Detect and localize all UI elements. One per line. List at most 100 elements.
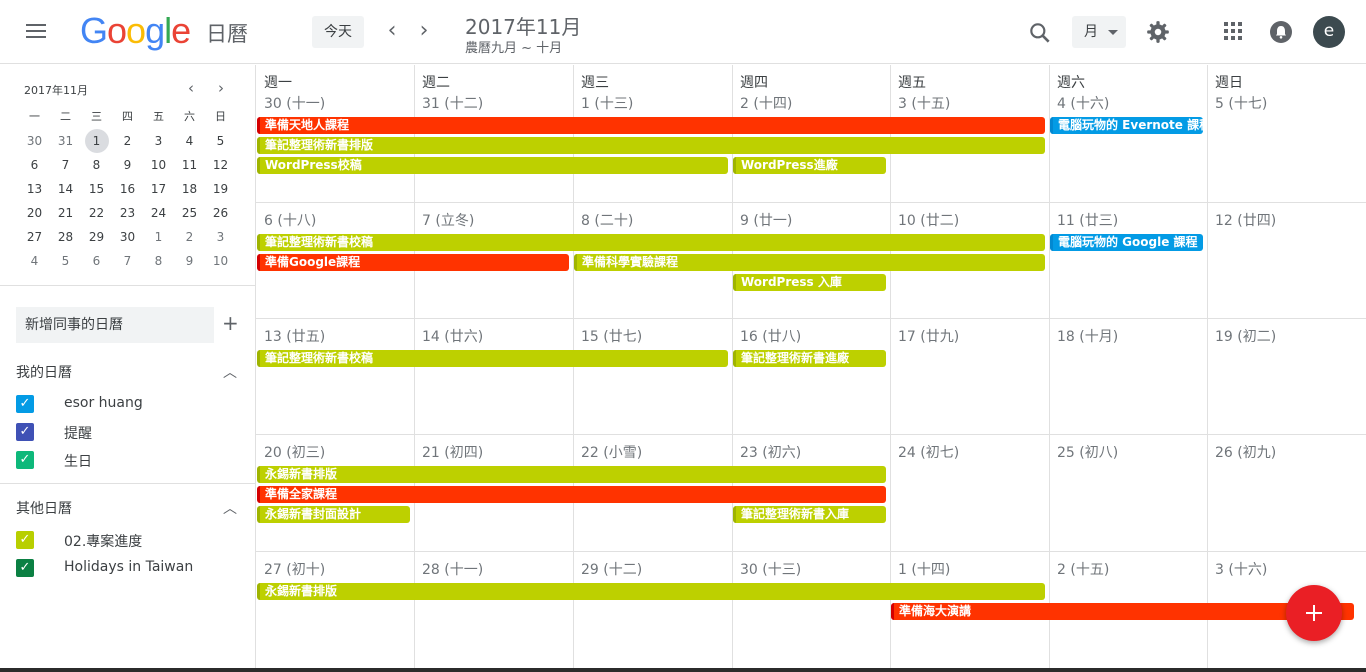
calendar-event[interactable]: 準備科學實驗課程 [574, 254, 1045, 271]
other-calendars-collapse-icon[interactable]: ︿ [223, 498, 237, 518]
apps-grid-icon[interactable] [1224, 22, 1244, 42]
calendar-event[interactable]: 準備天地人課程 [257, 117, 1045, 134]
next-month-button[interactable]: › [411, 18, 437, 46]
day-number[interactable]: 25 (初八) [1057, 442, 1118, 462]
mini-day[interactable]: 30 [112, 225, 143, 249]
mini-day[interactable]: 2 [112, 129, 143, 153]
mini-day[interactable]: 9 [174, 249, 205, 273]
day-number[interactable]: 24 (初七) [898, 442, 959, 462]
previous-month-button[interactable]: ‹ [379, 18, 405, 46]
day-number[interactable]: 17 (廿九) [898, 326, 959, 346]
mini-day[interactable]: 11 [174, 153, 205, 177]
mini-calendar-next-icon[interactable]: › [213, 79, 229, 97]
day-cell[interactable] [1207, 65, 1366, 202]
day-number[interactable]: 10 (廿二) [898, 210, 959, 230]
add-calendar-plus-icon[interactable]: + [222, 311, 239, 335]
calendar-event[interactable]: 筆記整理術新書排版 [257, 137, 1045, 154]
day-number[interactable]: 26 (初九) [1215, 442, 1276, 462]
day-number[interactable]: 14 (廿六) [422, 326, 483, 346]
my-calendars-title[interactable]: 我的日曆 [16, 362, 72, 382]
day-number[interactable]: 3 (十五) [898, 93, 950, 113]
mini-day[interactable]: 16 [112, 177, 143, 201]
mini-day[interactable]: 13 [19, 177, 50, 201]
calendar-event[interactable]: 電腦玩物的 Evernote 課程 [1050, 117, 1203, 134]
day-number[interactable]: 23 (初六) [740, 442, 801, 462]
day-number[interactable]: 28 (十一) [422, 559, 483, 579]
calendar-event[interactable]: WordPress校稿 [257, 157, 728, 174]
mini-day[interactable]: 1 [143, 225, 174, 249]
mini-day[interactable]: 25 [174, 201, 205, 225]
calendar-event[interactable]: 準備Google課程 [257, 254, 569, 271]
day-number[interactable]: 22 (小雪) [581, 442, 642, 462]
other-calendars-title[interactable]: 其他日曆 [16, 498, 72, 518]
calendar-checkbox-icon[interactable]: ✓ [16, 559, 34, 577]
mini-day[interactable]: 9 [112, 153, 143, 177]
day-number[interactable]: 3 (十六) [1215, 559, 1267, 579]
mini-day[interactable]: 4 [174, 129, 205, 153]
day-number[interactable]: 11 (廿三) [1057, 210, 1118, 230]
mini-day[interactable]: 27 [19, 225, 50, 249]
mini-day[interactable]: 6 [19, 153, 50, 177]
mini-day[interactable]: 7 [112, 249, 143, 273]
day-number[interactable]: 30 (十一) [264, 93, 325, 113]
calendar-event[interactable]: 永錫新書排版 [257, 583, 1045, 600]
day-number[interactable]: 2 (十五) [1057, 559, 1109, 579]
mini-day[interactable]: 22 [81, 201, 112, 225]
day-number[interactable]: 19 (初二) [1215, 326, 1276, 346]
mini-day[interactable]: 10 [143, 153, 174, 177]
view-selector[interactable]: 月 [1072, 16, 1126, 48]
add-coworker-calendar-input[interactable]: 新增同事的日曆 [16, 307, 214, 343]
mini-day[interactable]: 4 [19, 249, 50, 273]
mini-day[interactable]: 31 [50, 129, 81, 153]
calendar-event[interactable]: 筆記整理術新書校稿 [257, 234, 1045, 251]
day-number[interactable]: 21 (初四) [422, 442, 483, 462]
calendar-event[interactable]: 電腦玩物的 Google 課程 [1050, 234, 1203, 251]
day-number[interactable]: 16 (廿八) [740, 326, 801, 346]
mini-day[interactable]: 30 [19, 129, 50, 153]
calendar-checkbox-icon[interactable]: ✓ [16, 451, 34, 469]
calendar-event[interactable]: WordPress進廠 [733, 157, 886, 174]
mini-day[interactable]: 2 [174, 225, 205, 249]
mini-day[interactable]: 14 [50, 177, 81, 201]
create-event-button[interactable] [1286, 585, 1342, 641]
calendar-event[interactable]: 準備全家課程 [257, 486, 886, 503]
mini-calendar-prev-icon[interactable]: ‹ [183, 79, 199, 97]
calendar-event[interactable]: 永錫新書排版 [257, 466, 886, 483]
day-number[interactable]: 1 (十三) [581, 93, 633, 113]
settings-gear-icon[interactable] [1145, 19, 1171, 45]
calendar-item[interactable]: ✓ 02.專案進度 [16, 529, 246, 551]
day-number[interactable]: 15 (廿七) [581, 326, 642, 346]
day-number[interactable]: 8 (二十) [581, 210, 633, 230]
calendar-item[interactable]: ✓ 生日 [16, 449, 246, 471]
mini-day[interactable]: 3 [205, 225, 236, 249]
day-number[interactable]: 12 (廿四) [1215, 210, 1276, 230]
day-number[interactable]: 30 (十三) [740, 559, 801, 579]
mini-day[interactable]: 8 [81, 153, 112, 177]
day-number[interactable]: 29 (十二) [581, 559, 642, 579]
calendar-event[interactable]: 筆記整理術新書入庫 [733, 506, 886, 523]
day-number[interactable]: 1 (十四) [898, 559, 950, 579]
day-number[interactable]: 31 (十二) [422, 93, 483, 113]
mini-day[interactable]: 23 [112, 201, 143, 225]
main-menu-icon[interactable] [22, 20, 50, 44]
today-button[interactable]: 今天 [312, 16, 364, 48]
mini-day[interactable]: 12 [205, 153, 236, 177]
mini-day[interactable]: 8 [143, 249, 174, 273]
mini-day[interactable]: 15 [81, 177, 112, 201]
calendar-checkbox-icon[interactable]: ✓ [16, 531, 34, 549]
mini-day[interactable]: 29 [81, 225, 112, 249]
calendar-event[interactable]: WordPress 入庫 [733, 274, 886, 291]
day-number[interactable]: 27 (初十) [264, 559, 325, 579]
my-calendars-collapse-icon[interactable]: ︿ [223, 362, 237, 382]
calendar-event[interactable]: 筆記整理術新書進廠 [733, 350, 886, 367]
google-logo[interactable]: Google [80, 10, 191, 52]
account-avatar[interactable]: e [1313, 16, 1345, 48]
calendar-item[interactable]: ✓ esor huang [16, 393, 246, 415]
mini-day[interactable]: 5 [205, 129, 236, 153]
calendar-event[interactable]: 準備海大演講 [891, 603, 1354, 620]
mini-day-selected[interactable]: 1 [81, 129, 112, 153]
mini-day[interactable]: 21 [50, 201, 81, 225]
mini-day[interactable]: 19 [205, 177, 236, 201]
day-number[interactable]: 7 (立冬) [422, 210, 474, 230]
mini-day[interactable]: 20 [19, 201, 50, 225]
